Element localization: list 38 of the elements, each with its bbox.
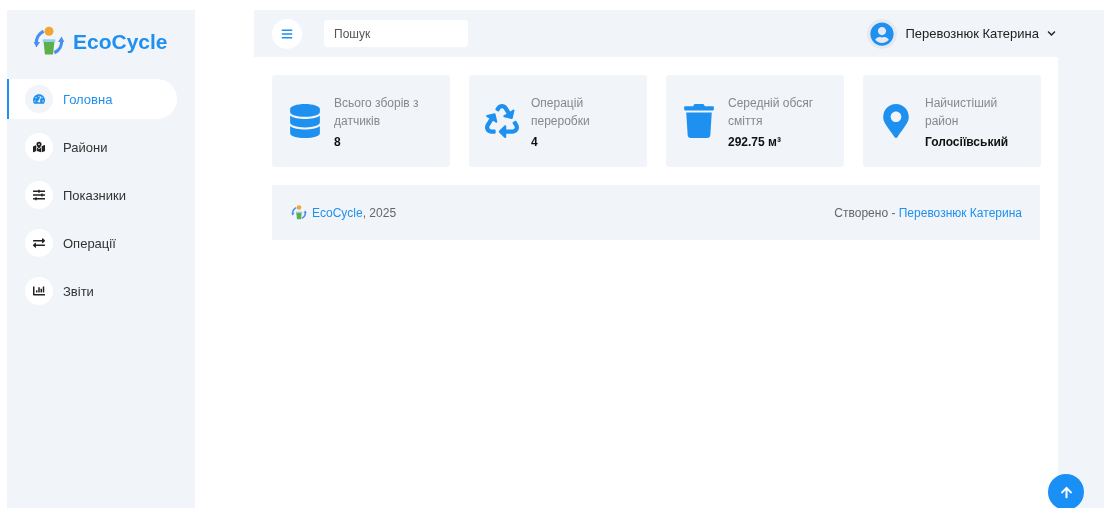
arrow-up-icon — [1059, 485, 1073, 499]
menu-icon — [281, 27, 293, 40]
user-name: Перевознюк Катерина — [905, 26, 1039, 41]
stat-label: Найчистіший район — [925, 94, 999, 130]
trash-icon — [682, 104, 716, 138]
brand-name: EcoCycle — [73, 30, 168, 54]
stat-value: 4 — [531, 134, 539, 149]
arrows-icon — [25, 229, 53, 257]
menu-button[interactable] — [272, 18, 302, 49]
sidebar-item-label: Райони — [63, 139, 108, 155]
stat-label: Всього зборів з датчиків — [334, 94, 420, 130]
footer-year: , 2025 — [362, 205, 397, 220]
sidebar-item-label: Звіти — [63, 283, 94, 299]
sidebar-item-label: Головна — [63, 91, 113, 107]
stat-label: Операцій переробки — [531, 94, 591, 130]
sidebar-item-label: Операції — [63, 235, 116, 251]
bar-chart-icon — [25, 277, 53, 305]
credit-text: Створено - — [834, 205, 897, 220]
user-menu[interactable]: Перевознюк Катерина — [867, 18, 1056, 49]
sidebar-item[interactable]: Операції — [7, 223, 177, 263]
back-to-top-button[interactable] — [1048, 474, 1084, 508]
sliders-icon — [25, 181, 53, 209]
sidebar-item[interactable]: Показники — [7, 175, 177, 215]
avatar-icon — [867, 18, 898, 49]
sidebar-item[interactable]: Райони — [7, 127, 177, 167]
recycle-icon — [485, 104, 519, 138]
database-icon — [288, 104, 322, 138]
gauge-icon — [25, 85, 53, 113]
sidebar-item-label: Показники — [63, 187, 126, 203]
stat-value: Голосіївський — [925, 134, 1010, 149]
sidebar-item[interactable]: Звіти — [7, 271, 177, 311]
chevron-down-icon — [1047, 29, 1056, 38]
stat-value: 292.75 м³ — [728, 134, 782, 149]
search-field[interactable]: Пошук — [324, 20, 468, 47]
stat-value: 8 — [334, 134, 342, 149]
stat-label: Середній обсяг сміття — [728, 94, 815, 130]
logo-icon — [290, 203, 308, 222]
map-icon — [25, 133, 53, 161]
